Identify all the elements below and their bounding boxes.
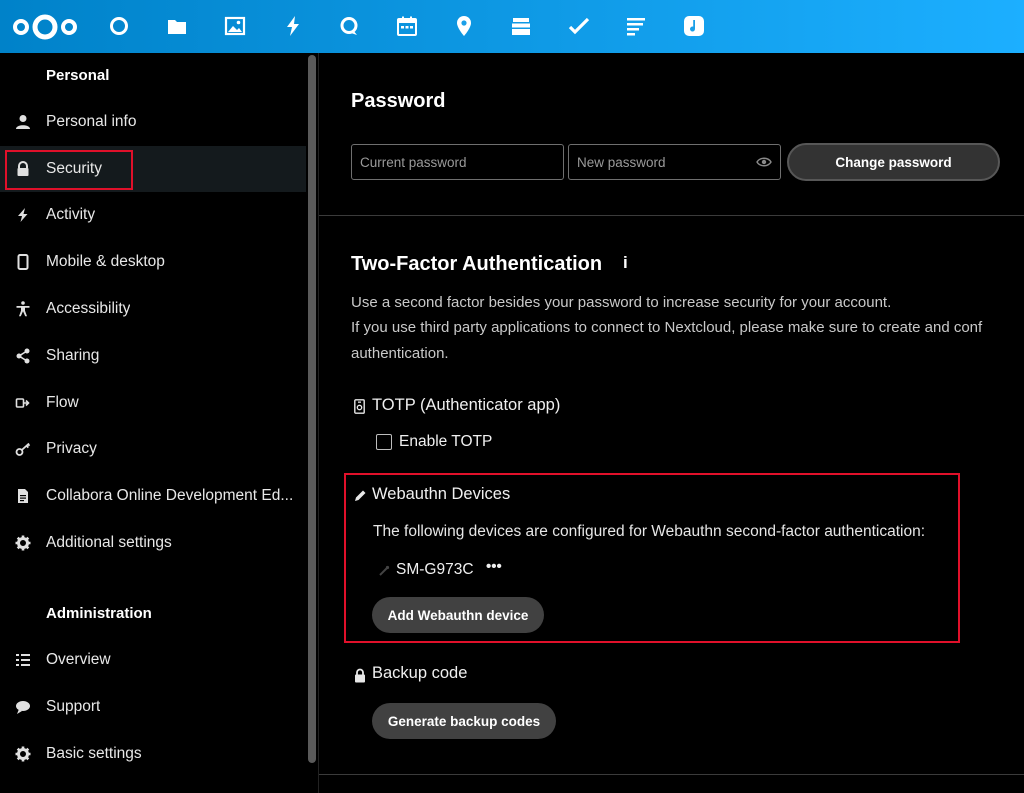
two-factor-description-line1: Use a second factor besides your passwor… — [351, 294, 892, 311]
sidebar-item-sharing[interactable]: Sharing — [0, 333, 306, 379]
enable-totp-checkbox[interactable] — [376, 434, 392, 450]
accessibility-icon — [0, 301, 46, 317]
security-key-icon — [377, 564, 391, 578]
sidebar-item-label: Security — [46, 160, 102, 177]
list-icon — [0, 652, 46, 668]
sidebar-item-privacy[interactable]: Privacy — [0, 426, 306, 472]
sidebar-item-label: Activity — [46, 206, 96, 223]
sidebar-scrollbar[interactable] — [308, 55, 316, 763]
pencil-icon — [353, 488, 367, 502]
sidebar-item-overview[interactable]: Overview — [0, 637, 306, 683]
change-password-button[interactable]: Change password — [787, 143, 1000, 181]
lock-icon — [353, 667, 367, 683]
sidebar-item-personal-info[interactable]: Personal info — [0, 99, 306, 145]
two-factor-description-line2: If you use third party applications to c… — [351, 319, 983, 336]
password-title: Password — [351, 90, 446, 112]
music-icon[interactable] — [681, 13, 707, 39]
sidebar-item-label: Support — [46, 698, 101, 715]
current-password-input[interactable]: Current password — [351, 144, 564, 180]
sidebar-item-security[interactable]: Security — [0, 146, 306, 192]
new-password-input[interactable]: New password — [568, 144, 781, 180]
webauthn-title: Webauthn Devices — [372, 485, 511, 503]
maps-icon[interactable] — [451, 13, 477, 39]
share-icon — [0, 348, 46, 364]
sidebar-item-label: Privacy — [46, 440, 97, 457]
current-password-placeholder: Current password — [360, 154, 467, 170]
main-content: Password Current password New password C… — [318, 53, 1024, 793]
backup-code-title: Backup code — [372, 664, 468, 682]
section-divider — [319, 215, 1024, 216]
sidebar-item-activity[interactable]: Activity — [0, 192, 306, 238]
generate-backup-codes-button[interactable]: Generate backup codes — [372, 703, 556, 739]
dashboard-icon[interactable] — [106, 13, 132, 39]
sidebar-item-label: Basic settings — [46, 745, 142, 762]
talk-icon[interactable] — [336, 13, 362, 39]
section-divider — [319, 774, 1024, 775]
speech-bubble-icon — [0, 699, 46, 715]
totp-app-icon — [353, 398, 365, 414]
deck-icon[interactable] — [508, 13, 534, 39]
notes-icon[interactable] — [623, 13, 649, 39]
sidebar-item-basic-settings[interactable]: Basic settings — [0, 731, 306, 777]
two-factor-title: Two-Factor Authentication — [351, 253, 603, 275]
gear-icon — [0, 535, 46, 551]
new-password-placeholder: New password — [577, 154, 666, 170]
sidebar-item-label: Collabora Online Development Ed... — [46, 487, 294, 504]
add-webauthn-device-button[interactable]: Add Webauthn device — [372, 597, 544, 633]
info-icon[interactable]: i — [623, 253, 628, 273]
top-header — [0, 0, 1024, 53]
settings-sidebar: Personal Personal info Security Activity… — [0, 53, 318, 793]
administration-heading: Administration — [46, 605, 152, 622]
lock-icon — [0, 161, 46, 177]
device-name: SM-G973C — [396, 561, 474, 578]
gear-icon — [0, 746, 46, 762]
key-icon — [0, 441, 46, 457]
lightning-icon — [0, 207, 46, 223]
sidebar-item-label: Overview — [46, 651, 111, 668]
sidebar-item-accessibility[interactable]: Accessibility — [0, 286, 306, 332]
sidebar-item-label: Flow — [46, 394, 79, 411]
sidebar-item-label: Additional settings — [46, 534, 172, 551]
device-more-menu[interactable]: ••• — [486, 558, 502, 575]
sidebar-item-label: Personal info — [46, 113, 137, 130]
personal-heading: Personal — [46, 67, 110, 84]
nextcloud-logo[interactable] — [12, 12, 78, 42]
enable-totp-label[interactable]: Enable TOTP — [399, 433, 492, 451]
document-icon — [0, 488, 46, 504]
sidebar-item-label: Accessibility — [46, 300, 131, 317]
photos-icon[interactable] — [222, 13, 248, 39]
sidebar-item-label: Mobile & desktop — [46, 253, 165, 270]
sidebar-item-flow[interactable]: Flow — [0, 380, 306, 426]
webauthn-description: The following devices are configured for… — [373, 523, 926, 540]
person-icon — [0, 114, 46, 130]
files-icon[interactable] — [164, 13, 190, 39]
calendar-icon[interactable] — [394, 13, 420, 39]
phone-icon — [0, 254, 46, 270]
sidebar-item-label: Sharing — [46, 347, 100, 364]
two-factor-description-line3: authentication. — [351, 345, 449, 362]
sidebar-item-mobile-desktop[interactable]: Mobile & desktop — [0, 239, 306, 285]
totp-title: TOTP (Authenticator app) — [372, 396, 561, 414]
sidebar-item-collabora[interactable]: Collabora Online Development Ed... — [0, 473, 306, 519]
flow-icon — [0, 395, 46, 411]
tasks-icon[interactable] — [566, 13, 592, 39]
sidebar-item-support[interactable]: Support — [0, 684, 306, 730]
activity-icon[interactable] — [280, 13, 306, 39]
eye-icon[interactable] — [756, 156, 772, 168]
sidebar-item-additional-settings[interactable]: Additional settings — [0, 520, 306, 566]
